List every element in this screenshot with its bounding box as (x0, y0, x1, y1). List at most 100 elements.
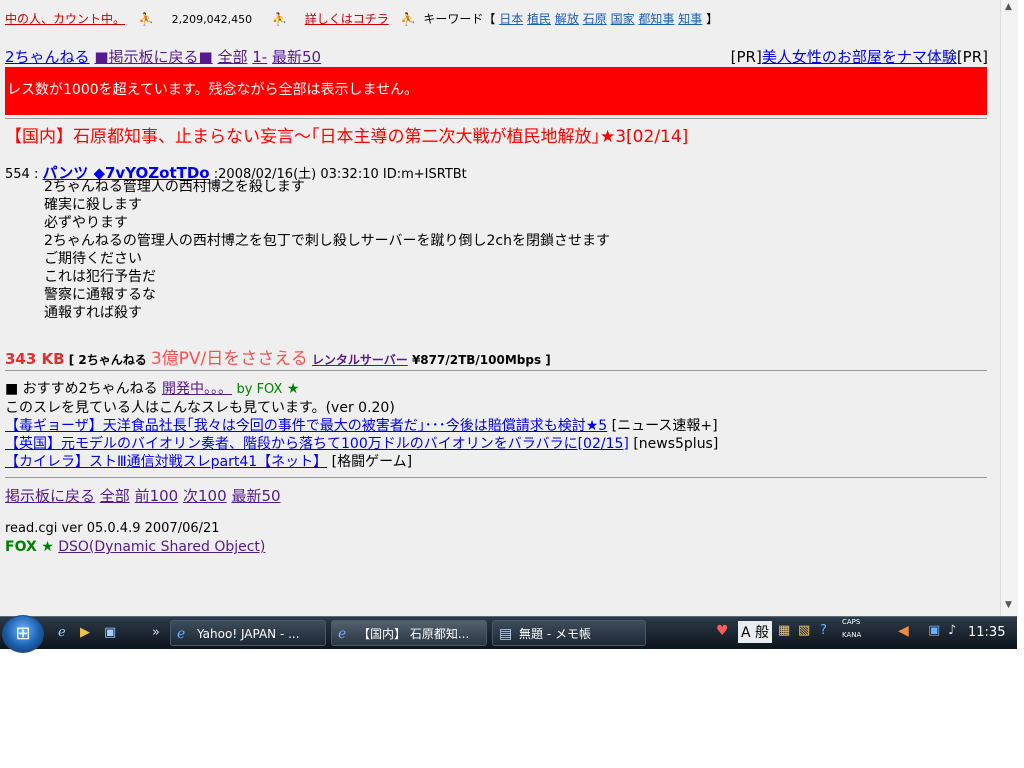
related-thread-link[interactable]: 【英国】元モデルのバイオリン奏者、階段から落ちて100万ドルのバイオリンをバラバ… (5, 436, 629, 452)
post-body: 2ちゃんねる管理人の西村博之を殺します 確実に殺します 必ずやります 2ちゃんね… (44, 178, 610, 322)
bracket-open: [ (68, 353, 75, 367)
post-line: 通報すれば殺す (44, 305, 142, 321)
taskbar-window-yahoo[interactable]: ℯ Yahoo! JAPAN - ... (170, 620, 326, 646)
speaker-icon[interactable]: ♪ (948, 623, 956, 655)
details-link[interactable]: 詳しくはコチラ (305, 12, 389, 26)
pr-close: [PR] (956, 48, 988, 66)
related-thread-board: [ニュース速報+] (611, 418, 718, 434)
dso-link[interactable]: DSO(Dynamic Shared Object) (58, 539, 265, 555)
by-fox: by FOX (236, 382, 283, 397)
post-line: 確実に殺します (44, 197, 142, 213)
browser-content: 中の人、カウント中。 ⛹ 2,209,042,450 ⛹ 詳しくはコチラ ⛹ キ… (0, 0, 1000, 616)
thread-size: 343 KB (5, 350, 65, 368)
volume-icon[interactable]: ◀ (898, 623, 909, 655)
latest-50-link[interactable]: 最新50 (272, 48, 321, 66)
keyword-link[interactable]: 植民 (527, 12, 551, 26)
thread-size-info: 343 KB [ 2ちゃんねる 3億PV/日をささえる レンタルサーバー ¥87… (5, 344, 551, 369)
related-thread: 【毒ギョーザ】天洋食品社長｢我々は今回の事件で最大の被害者だ｣･･･今後は賠償請… (5, 415, 718, 435)
post-line: ご期待ください (44, 251, 142, 267)
home-link[interactable]: 2ちゃんねる (5, 48, 90, 66)
ime-mode[interactable]: A 般 (738, 621, 773, 643)
divider (5, 477, 987, 478)
keyword-label: キーワード【 (423, 12, 496, 26)
related-thread-link[interactable]: 【カイレラ】ストⅢ通信対戦スレpart41【ネット】 (5, 454, 327, 470)
keyword-link[interactable]: 石原 (583, 12, 607, 26)
first-posts-link[interactable]: 1- (252, 48, 267, 66)
counter-bar: 中の人、カウント中。 ⛹ 2,209,042,450 ⛹ 詳しくはコチラ ⛹ キ… (5, 10, 718, 27)
see-also-label: このスレを見ている人はこんなスレも見ています。(ver 0.20) (5, 400, 395, 416)
taskbar-window-notepad[interactable]: ▤ 無題 - メモ帳 (492, 620, 646, 646)
post-line: 2ちゃんねる管理人の西村博之を殺します (44, 179, 305, 195)
ime-dictionary-icon[interactable]: ▧ (798, 623, 810, 655)
next-100-link[interactable]: 次100 (183, 487, 227, 505)
ie-quicklaunch-icon[interactable]: ℯ (58, 625, 66, 640)
fox-line: FOX ★ DSO(Dynamic Shared Object) (5, 539, 265, 555)
counting-label[interactable]: 中の人、カウント中。 (5, 12, 125, 26)
clock[interactable]: 11:35 (968, 625, 1005, 640)
thread-title: 【国内】石原都知事、止まらない妄言〜｢日本主導の第二次大戦が植民地解放｣★3[0… (5, 127, 689, 147)
bottom-navigation: 掲示板に戻る 全部 前100 次100 最新50 (5, 485, 281, 506)
post-line: これは犯行予告だ (44, 269, 156, 285)
latest-50-link[interactable]: 最新50 (231, 487, 280, 505)
post-line: 警察に通報するな (44, 287, 156, 303)
notepad-icon: ▤ (499, 626, 513, 642)
keyword-link[interactable]: 国家 (611, 12, 635, 26)
star-icon: ★ (41, 539, 54, 555)
bracket-close: ] (545, 353, 551, 367)
keyword-list: 日本 植民 解放 石原 国家 都知事 知事 (499, 12, 706, 26)
back-to-board-link[interactable]: 掲示板に戻る (5, 487, 95, 505)
scroll-down-icon[interactable]: ▼ (1005, 600, 1012, 610)
taskbar-window-label: 【国内】 石原都知... (358, 627, 470, 641)
pr-open: [PR] (730, 48, 762, 66)
rental-server-link[interactable]: レンタルサーバー (312, 353, 408, 367)
scroll-up-icon[interactable]: ▲ (1005, 2, 1012, 12)
server-price: ¥877/2TB/100Mbps (411, 353, 542, 367)
site-name: 2ちゃんねる (78, 353, 147, 367)
star-icon: ★ (286, 381, 300, 397)
start-button[interactable]: ⊞ (2, 615, 44, 653)
post-line: 2ちゃんねるの管理人の西村博之を包丁で刺し殺しサーバーを蹴り倒し2chを閉鎖させ… (44, 233, 610, 249)
taskbar-window-label: Yahoo! JAPAN - ... (197, 627, 300, 641)
network-icon[interactable]: ▣ (928, 623, 940, 655)
top-navigation: 2ちゃんねる ■掲示板に戻る■ 全部 1- 最新50 (5, 46, 321, 67)
vertical-scrollbar[interactable]: ▲ ▼ (1000, 0, 1018, 616)
prev-100-link[interactable]: 前100 (135, 487, 179, 505)
all-posts-link[interactable]: 全部 (100, 487, 130, 505)
related-thread-board: [news5plus] (633, 436, 719, 452)
dev-link[interactable]: 開発中。。。 (162, 381, 232, 397)
keyword-link[interactable]: 都知事 (638, 12, 674, 26)
ie-icon: ℯ (177, 626, 186, 642)
running-figure-icon: ⛹ (138, 12, 154, 26)
ime-tool-icon[interactable]: ▦ (778, 623, 790, 655)
post-line: 必ずやります (44, 215, 128, 231)
pv-tagline: 3億PV/日をささえる (150, 349, 308, 369)
fox-label: FOX (5, 539, 37, 555)
back-to-board-link[interactable]: ■掲示板に戻る■ (94, 48, 212, 66)
keyword-close: 】 (706, 12, 719, 26)
recommend-line: ■ おすすめ2ちゃんねる 開発中。。。 by FOX ★ (5, 378, 299, 398)
related-thread: 【英国】元モデルのバイオリン奏者、階段から落ちて100万ドルのバイオリンをバラバ… (5, 433, 718, 453)
heart-icon[interactable]: ♥ (716, 623, 729, 655)
running-figure-icon-3: ⛹ (400, 12, 416, 26)
keyword-link[interactable]: 知事 (678, 12, 702, 26)
keyword-link[interactable]: 日本 (499, 12, 523, 26)
divider (5, 370, 987, 371)
help-icon[interactable]: ? (820, 623, 827, 655)
media-player-icon[interactable]: ▶ (80, 625, 90, 640)
pr-link[interactable]: 美人女性のお部屋をナマ体験 (762, 48, 957, 66)
windows-logo-icon: ⊞ (15, 623, 31, 644)
related-thread-link[interactable]: 【毒ギョーザ】天洋食品社長｢我々は今回の事件で最大の被害者だ｣･･･今後は賠償請… (5, 418, 607, 434)
taskbar-window-thread[interactable]: ℯ 【国内】 石原都知... (331, 620, 487, 646)
recommend-label: ■ おすすめ2ちゃんねる (5, 381, 158, 397)
overflow-alert: レス数が1000を超えています。残念ながら全部は表示しません。 (5, 67, 987, 115)
running-figure-icon-2: ⛹ (271, 12, 287, 26)
quicklaunch-more-icon[interactable]: » (152, 625, 160, 640)
kana-indicator: KANA (842, 631, 862, 639)
related-thread-board: [格闘ゲーム] (331, 454, 413, 470)
show-desktop-icon[interactable]: ▣ (104, 625, 116, 640)
keyword-link[interactable]: 解放 (555, 12, 579, 26)
taskbar: ⊞ ℯ ▶ ▣ » ℯ Yahoo! JAPAN - ... ℯ 【国内】 石原… (0, 615, 1017, 653)
divider (5, 118, 987, 119)
ie-icon: ℯ (338, 626, 347, 642)
all-posts-link[interactable]: 全部 (217, 48, 247, 66)
